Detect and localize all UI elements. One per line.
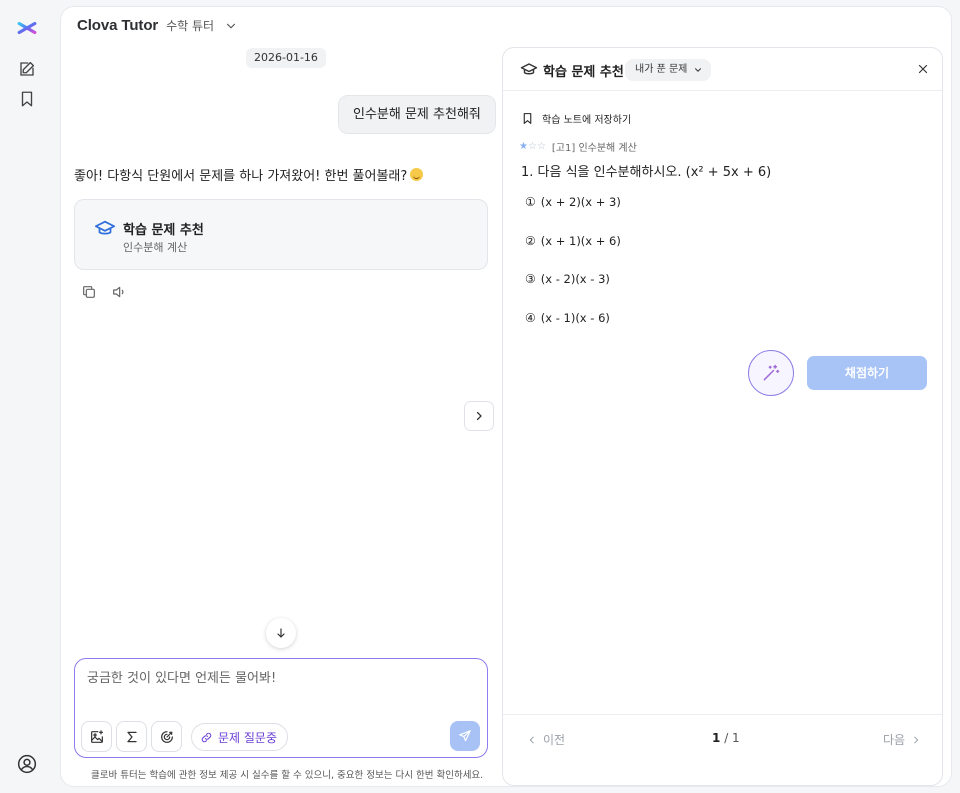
- magic-wand-icon: [763, 364, 780, 381]
- arrow-down-icon: [277, 628, 285, 638]
- answer-choice[interactable]: ④ (x - 1)(x - 6): [525, 311, 610, 325]
- chat-composer: 문제 질문중: [74, 658, 488, 758]
- save-note-label: 학습 노트에 저장하기: [542, 115, 632, 126]
- speaker-icon[interactable]: [111, 284, 127, 300]
- difficulty-stars: ★ ☆ ☆: [519, 140, 546, 152]
- copy-icon[interactable]: [81, 284, 97, 300]
- answer-choice[interactable]: ③ (x - 2)(x - 3): [525, 272, 610, 286]
- chevron-down-icon: [695, 68, 702, 72]
- expand-panel-button[interactable]: [464, 401, 494, 431]
- choice-number: ③: [525, 272, 536, 286]
- smile-emoji-icon: [410, 168, 424, 181]
- choice-text: (x + 1)(x + 6): [540, 234, 621, 248]
- bot-message: 좋아! 다항식 단원에서 문제를 하나 가져왔어! 한번 풀어볼래?: [74, 165, 424, 184]
- header: Clova Tutor 수학 튜터: [77, 17, 238, 34]
- panel-pagination: 이전 1 / 1 다음: [503, 714, 942, 785]
- close-icon[interactable]: [916, 62, 930, 76]
- image-upload-button[interactable]: [81, 721, 112, 752]
- choice-number: ①: [525, 195, 536, 209]
- disclaimer-text: 클로바 튜터는 학습에 관한 정보 제공 시 실수를 할 수 있으니, 중요한 …: [91, 770, 484, 781]
- page-current: 1: [712, 731, 721, 745]
- bot-message-text: 좋아! 다항식 단원에서 문제를 하나 가져왔어! 한번 풀어볼래?: [74, 169, 408, 184]
- choice-text: (x + 2)(x + 3): [540, 195, 621, 209]
- date-chip: 2026-01-16: [246, 48, 326, 68]
- formula-button[interactable]: [116, 721, 147, 752]
- left-rail: [0, 0, 56, 793]
- sigma-icon: [126, 731, 137, 742]
- next-button[interactable]: 다음: [883, 731, 921, 748]
- edit-icon[interactable]: [18, 60, 36, 78]
- problem-panel: 학습 문제 추천 내가 푼 문제 학습 노트에 저장하기 ★ ☆ ☆ [고1] 인수…: [502, 47, 943, 786]
- page-total: / 1: [724, 731, 740, 745]
- chevron-right-icon: [476, 411, 482, 421]
- chevron-left-icon: [529, 736, 534, 743]
- user-circle-icon[interactable]: [17, 754, 37, 774]
- star-empty-icon: ☆: [536, 140, 546, 152]
- main-card: Clova Tutor 수학 튜터 2026-01-16 인수분해 문제 추천해…: [60, 6, 952, 787]
- card-subtitle: 인수분해 계산: [123, 241, 188, 254]
- grade-button[interactable]: 채점하기: [807, 356, 927, 390]
- link-icon: [201, 732, 212, 742]
- question-context-chip[interactable]: 문제 질문중: [191, 723, 289, 751]
- star-empty-icon: ☆: [527, 140, 537, 152]
- star-filled-icon: ★: [519, 140, 528, 152]
- page-indicator: 1 / 1: [712, 731, 740, 745]
- bookmark-icon: [523, 113, 532, 124]
- graduation-cap-icon: [520, 61, 538, 79]
- send-icon: [459, 730, 471, 742]
- answer-choice[interactable]: ② (x + 1)(x + 6): [525, 234, 621, 248]
- chevron-down-icon[interactable]: [224, 19, 238, 33]
- tutor-mode-label[interactable]: 수학 튜터: [166, 17, 214, 34]
- target-mode-button[interactable]: [151, 721, 182, 752]
- logo-asterisk-icon[interactable]: [15, 16, 39, 40]
- message-input[interactable]: [87, 667, 475, 717]
- user-message-bubble: 인수분해 문제 추천해줘: [338, 95, 496, 134]
- choice-text: (x - 2)(x - 3): [540, 272, 610, 286]
- prev-button[interactable]: 이전: [527, 731, 565, 748]
- image-plus-icon: [90, 729, 103, 743]
- card-title: 학습 문제 추천: [123, 223, 204, 238]
- panel-title: 학습 문제 추천: [543, 65, 624, 80]
- problem-tag: [고1] 인수분해 계산: [551, 143, 637, 154]
- send-button[interactable]: [450, 721, 480, 751]
- chevron-right-icon: [914, 736, 919, 743]
- answer-choice[interactable]: ① (x + 2)(x + 3): [525, 195, 621, 209]
- problem-meta: ★ ☆ ☆ [고1] 인수분해 계산: [519, 139, 637, 154]
- choice-number: ④: [525, 311, 536, 325]
- question-chip-label: 문제 질문중: [218, 730, 278, 745]
- message-actions: [81, 284, 127, 300]
- choice-text: (x - 1)(x - 6): [540, 311, 610, 325]
- question-text: 1. 다음 식을 인수분해하시오. (x² + 5x + 6): [521, 165, 772, 180]
- graduation-cap-icon: [94, 218, 116, 240]
- solved-filter-dropdown[interactable]: 내가 푼 문제: [625, 59, 712, 81]
- target-icon: [160, 730, 173, 743]
- brand-title: Clova Tutor: [77, 17, 159, 34]
- save-to-note-button[interactable]: 학습 노트에 저장하기: [521, 111, 631, 126]
- next-label: 다음: [883, 733, 906, 747]
- choice-number: ②: [525, 234, 536, 248]
- problem-recommendation-card[interactable]: 학습 문제 추천 인수분해 계산: [74, 199, 488, 270]
- filter-label: 내가 푼 문제: [635, 64, 688, 75]
- bookmark-icon[interactable]: [18, 90, 36, 108]
- panel-header: 학습 문제 추천 내가 푼 문제: [503, 48, 942, 91]
- hint-magic-button[interactable]: [748, 350, 794, 396]
- prev-label: 이전: [543, 733, 566, 747]
- scroll-down-button[interactable]: [266, 618, 296, 648]
